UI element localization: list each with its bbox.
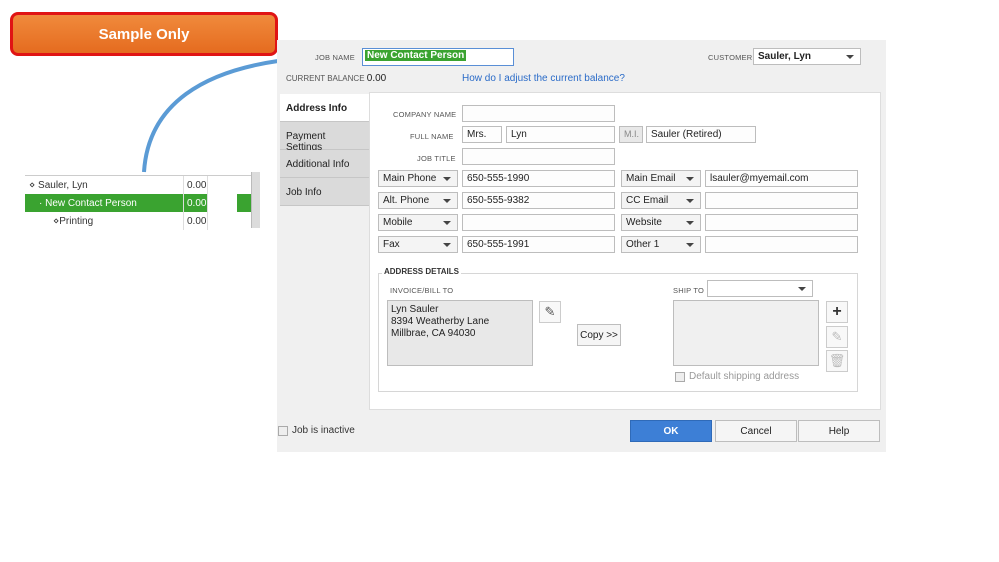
tree-row-empty-cell	[207, 176, 237, 194]
bill-to-address[interactable]: Lyn Sauler 8394 Weatherby Lane Millbrae,…	[387, 300, 533, 366]
tree-row-empty-cell	[207, 212, 237, 230]
last-name-input[interactable]: Sauler (Retired)	[646, 126, 756, 143]
tree-row-customer[interactable]: ⋄ Sauler, Lyn 0.00	[25, 176, 260, 194]
ship-to-label: SHIP TO	[673, 286, 704, 295]
default-shipping-checkbox[interactable]	[675, 372, 685, 382]
phone-type-dropdown[interactable]: Alt. Phone	[378, 192, 458, 209]
mobile-input[interactable]	[462, 214, 615, 231]
chevron-down-icon	[686, 177, 694, 181]
full-name-label: FULL NAME	[410, 132, 454, 141]
contact-type-dropdown[interactable]: Other 1	[621, 236, 701, 253]
current-balance-value: 0.00	[366, 73, 387, 84]
phone-type-label: Fax	[383, 239, 400, 250]
main-email-input[interactable]: lsauler@myemail.com	[705, 170, 858, 187]
tree-row-selected-job[interactable]: · New Contact Person 0.00	[25, 194, 260, 212]
tree-row-balance: 0.00	[183, 194, 207, 212]
company-name-input[interactable]	[462, 105, 615, 122]
other-contact-input[interactable]	[705, 236, 858, 253]
chevron-down-icon	[443, 199, 451, 203]
copy-address-button[interactable]: Copy >>	[577, 324, 621, 346]
company-name-label: COMPANY NAME	[393, 110, 457, 119]
plus-icon: +	[832, 303, 842, 320]
chevron-down-icon	[443, 243, 451, 247]
bill-to-line: Lyn Sauler	[391, 304, 439, 315]
first-name-input[interactable]: Lyn	[506, 126, 615, 143]
tree-scrollbar[interactable]	[251, 172, 260, 228]
chevron-down-icon	[798, 287, 806, 291]
chevron-down-icon	[443, 177, 451, 181]
address-details-label: ADDRESS DETAILS	[382, 267, 461, 276]
job-inactive-label: Job is inactive	[292, 425, 355, 436]
edit-job-dialog: JOB NAME New Contact Person CUSTOMER Sau…	[277, 40, 886, 452]
bill-to-line: Millbrae, CA 94030	[391, 328, 476, 339]
bill-to-line: 8394 Weatherby Lane	[391, 316, 490, 327]
chevron-down-icon	[686, 221, 694, 225]
tree-row-name: ⋄Printing	[53, 215, 94, 227]
alt-phone-input[interactable]: 650-555-9382	[462, 192, 615, 209]
contact-type-label: Website	[626, 217, 662, 228]
sample-only-text: Sample Only	[98, 25, 190, 43]
contact-type-dropdown[interactable]: Main Email	[621, 170, 701, 187]
contact-type-label: Other 1	[626, 239, 660, 250]
website-input[interactable]	[705, 214, 858, 231]
chevron-down-icon	[686, 243, 694, 247]
tree-row-balance: 0.00	[183, 176, 207, 194]
tree-row-name: ⋄ Sauler, Lyn	[29, 179, 88, 191]
customer-label: CUSTOMER	[708, 53, 753, 62]
customer-dropdown[interactable]: Sauler, Lyn	[753, 48, 861, 65]
trash-icon: 🗑	[828, 353, 846, 368]
pencil-icon: ✎	[544, 304, 556, 319]
tab-address-info[interactable]: Address Info	[280, 94, 369, 122]
job-title-input[interactable]	[462, 148, 615, 165]
current-balance: CURRENT BALANCE 0.00	[286, 73, 386, 84]
contact-type-dropdown[interactable]: Website	[621, 214, 701, 231]
tree-row-name: · New Contact Person	[39, 197, 137, 209]
ship-to-dropdown[interactable]	[707, 280, 813, 297]
default-shipping-label: Default shipping address	[689, 371, 800, 382]
main-phone-input[interactable]: 650-555-1990	[462, 170, 615, 187]
edit-bill-to-button[interactable]: ✎	[539, 301, 561, 323]
phone-type-dropdown[interactable]: Fax	[378, 236, 458, 253]
cancel-button[interactable]: Cancel	[715, 420, 797, 442]
customer-job-list: ⋄ Sauler, Lyn 0.00 · New Contact Person …	[25, 175, 260, 230]
tab-additional-info[interactable]: Additional Info	[280, 150, 369, 178]
add-ship-to-button[interactable]: +	[826, 301, 848, 323]
edit-ship-to-button[interactable]: ✎	[826, 326, 848, 348]
job-name-value: New Contact Person	[365, 50, 467, 61]
phone-type-dropdown[interactable]: Mobile	[378, 214, 458, 231]
phone-type-label: Alt. Phone	[383, 195, 430, 206]
job-title-label: JOB TITLE	[417, 154, 456, 163]
bill-to-label: INVOICE/BILL TO	[390, 286, 454, 295]
cc-email-input[interactable]	[705, 192, 858, 209]
phone-type-dropdown[interactable]: Main Phone	[378, 170, 458, 187]
contact-type-label: CC Email	[626, 195, 669, 206]
customer-value: Sauler, Lyn	[758, 51, 811, 62]
tab-payment-settings[interactable]: Payment Settings	[280, 122, 369, 153]
job-name-label: JOB NAME	[315, 53, 355, 62]
delete-ship-to-button[interactable]: 🗑	[826, 350, 848, 372]
contact-type-label: Main Email	[626, 173, 676, 184]
current-balance-label: CURRENT BALANCE	[286, 74, 365, 83]
phone-type-label: Main Phone	[383, 173, 437, 184]
chevron-down-icon	[846, 55, 854, 59]
ship-to-address[interactable]	[673, 300, 819, 366]
chevron-down-icon	[443, 221, 451, 225]
tree-row-job[interactable]: ⋄Printing 0.00	[25, 212, 260, 230]
chevron-down-icon	[686, 199, 694, 203]
tree-row-empty-cell	[207, 194, 237, 212]
contact-type-dropdown[interactable]: CC Email	[621, 192, 701, 209]
adjust-balance-link[interactable]: How do I adjust the current balance?	[462, 73, 625, 84]
tab-job-info[interactable]: Job Info	[280, 178, 369, 206]
help-button[interactable]: Help	[798, 420, 880, 442]
tree-row-balance: 0.00	[183, 212, 207, 230]
ok-button[interactable]: OK	[630, 420, 712, 442]
pencil-icon: ✎	[831, 329, 843, 344]
fax-input[interactable]: 650-555-1991	[462, 236, 615, 253]
job-inactive-checkbox[interactable]	[278, 426, 288, 436]
middle-initial-input[interactable]: M.I.	[619, 126, 643, 143]
title-input[interactable]: Mrs.	[462, 126, 502, 143]
job-name-input[interactable]: New Contact Person	[362, 48, 514, 66]
phone-type-label: Mobile	[383, 217, 413, 228]
